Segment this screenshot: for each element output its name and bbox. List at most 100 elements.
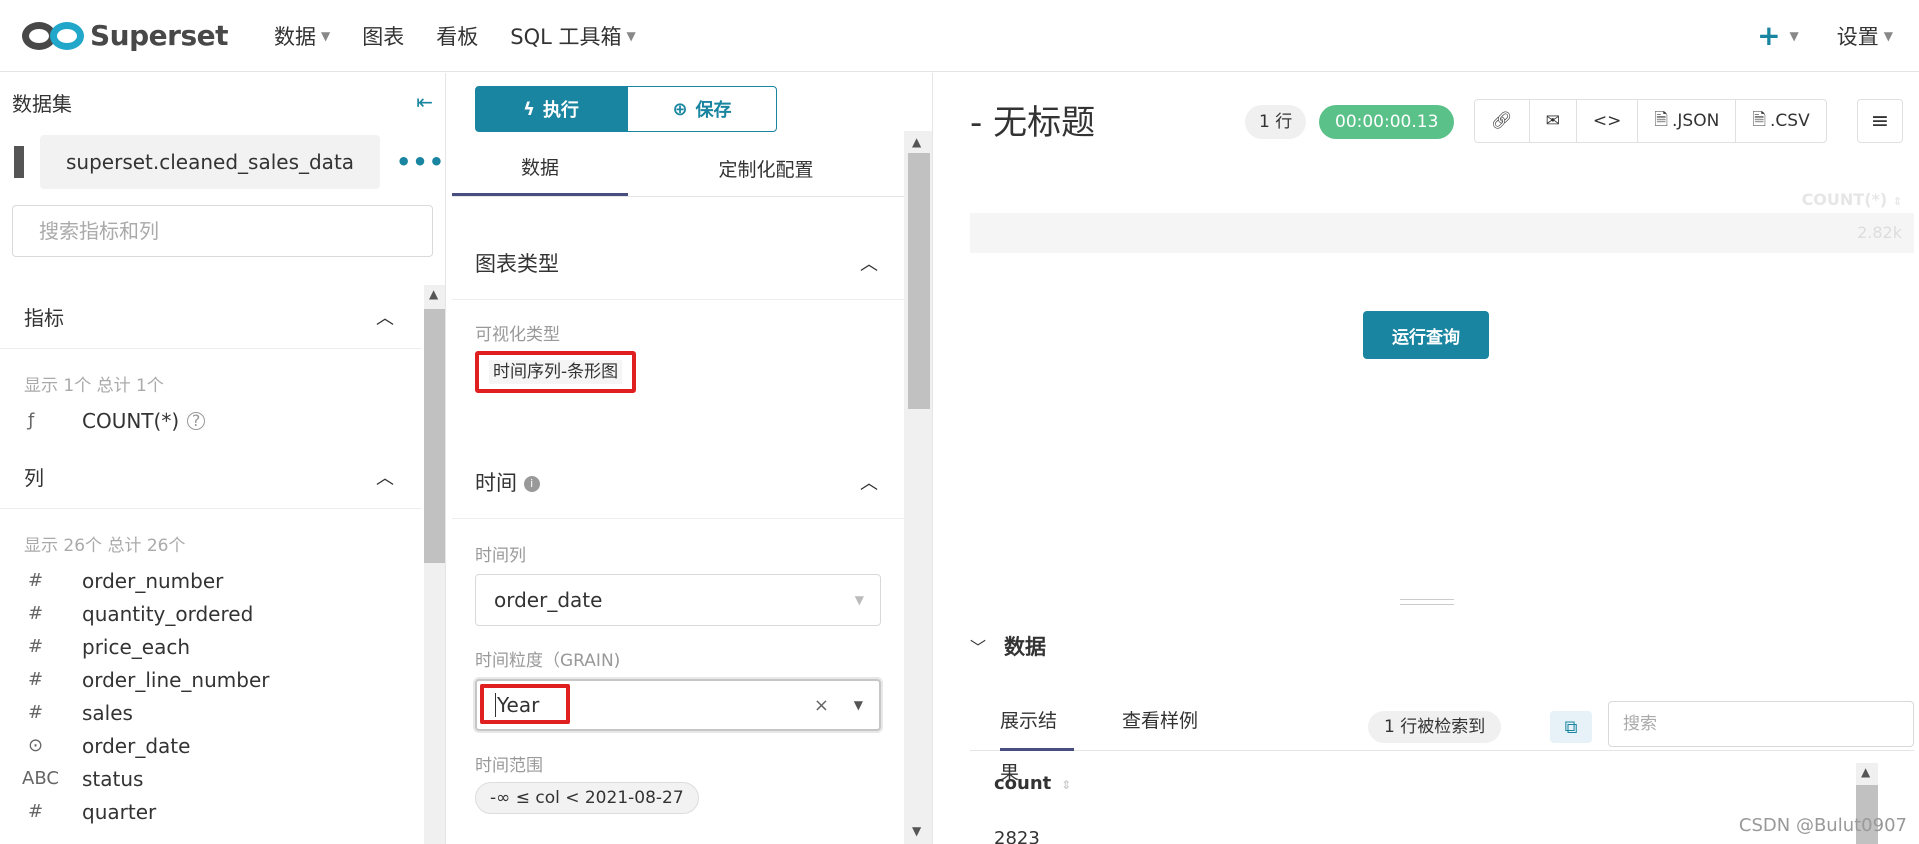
chart-title[interactable]: - 无标题	[970, 95, 1095, 144]
export-json-button[interactable]: 🗎︎ .JSON	[1638, 100, 1737, 142]
numeric-type-icon: #	[28, 669, 44, 690]
settings-label: 设置	[1836, 24, 1879, 49]
clear-icon[interactable]: ×	[814, 695, 829, 716]
nav-item-data[interactable]: 数据 ▼	[274, 21, 330, 51]
chevron-up-icon[interactable]: ︿	[860, 250, 878, 276]
file-icon: 🗎︎	[1752, 109, 1766, 130]
column-item[interactable]: # sales	[0, 696, 445, 729]
menu-button[interactable]: ≡	[1857, 99, 1903, 143]
chevron-up-icon[interactable]: ︿	[860, 469, 878, 495]
tab-data[interactable]: 数据	[452, 140, 628, 196]
collapse-panel-icon[interactable]: ⇤	[416, 90, 433, 114]
metrics-section-header[interactable]: 指标 ︿	[0, 285, 422, 349]
chart-type-section-header[interactable]: 图表类型 ︿	[452, 226, 904, 300]
settings-menu[interactable]: 设置 ▼	[1837, 21, 1893, 51]
nav-item-charts[interactable]: 图表	[362, 21, 404, 51]
string-type-icon: ABC	[22, 768, 59, 789]
column-item[interactable]: # quantity_ordered	[0, 597, 445, 630]
data-section-header[interactable]: ﹀ 数据	[970, 631, 1046, 661]
scrollbar-thumb[interactable]	[908, 153, 930, 409]
link-button[interactable]: 🔗︎	[1475, 100, 1530, 142]
dataset-panel-header: 数据集 ⇤	[0, 73, 445, 131]
export-csv-button[interactable]: 🗎︎ .CSV	[1736, 100, 1825, 142]
time-title: 时间 i	[475, 467, 540, 497]
clock-icon: ⊙	[28, 735, 44, 756]
time-section-header[interactable]: 时间 i ︿	[452, 445, 904, 519]
caret-down-icon[interactable]: ▼	[1790, 29, 1799, 43]
grain-highlight-box	[480, 684, 570, 724]
results-tabs: 展示结果 查看样例 1 行被检索到 ⧉	[970, 695, 1914, 784]
scroll-up-icon[interactable]: ▲	[912, 135, 921, 149]
columns-title: 列	[24, 466, 44, 490]
help-icon[interactable]: ?	[187, 411, 206, 430]
stale-table-row: 2.82k	[970, 213, 1914, 253]
time-grain-select[interactable]: Year × ▼	[475, 679, 881, 731]
chevron-up-icon[interactable]: ︿	[376, 304, 394, 330]
metrics-columns-search[interactable]	[12, 205, 433, 257]
top-navbar: Superset 数据 ▼ 图表 看板 SQL 工具箱 ▼ + ▼ 设置 ▼	[0, 0, 1919, 72]
time-grain-label: 时间粒度（GRAIN)	[475, 651, 621, 671]
scroll-up-icon[interactable]: ▲	[429, 287, 438, 301]
watermark: CSDN @Bulut0907	[1738, 815, 1907, 836]
rows-retrieved-badge: 1 行被检索到	[1368, 711, 1502, 743]
metrics-count: 显示 1个 总计 1个	[24, 376, 164, 396]
column-item[interactable]: ⊙ order_date	[0, 729, 445, 762]
caret-down-icon[interactable]: ▼	[854, 698, 863, 712]
brand-name: Superset	[90, 19, 228, 52]
hamburger-icon: ≡	[1870, 108, 1890, 134]
embed-button[interactable]: <>	[1577, 100, 1639, 142]
chevron-down-icon[interactable]: ﹀	[970, 634, 986, 658]
column-item[interactable]: # order_number	[0, 564, 445, 597]
email-button[interactable]: ✉	[1530, 100, 1577, 142]
row-count-badge: 1 行	[1245, 105, 1307, 139]
scroll-down-icon[interactable]: ▼	[912, 824, 921, 838]
tab-samples[interactable]: 查看样例	[1122, 695, 1198, 751]
copy-button[interactable]: ⧉	[1550, 711, 1592, 743]
column-name: status	[82, 766, 144, 791]
run-button[interactable]: ϟ 执行	[475, 86, 627, 132]
column-item[interactable]: ABC status	[0, 762, 445, 795]
scrollbar-thumb[interactable]	[424, 309, 445, 563]
nav-item-dashboards[interactable]: 看板	[436, 21, 478, 51]
scroll-up-icon[interactable]: ▲	[1861, 765, 1870, 779]
metric-item[interactable]: ƒ COUNT(*) ?	[0, 404, 445, 437]
plus-icon[interactable]: +	[1757, 19, 1780, 52]
control-scrollbar[interactable]: ▲ ▼	[904, 131, 932, 844]
viz-type-label: 可视化类型	[475, 325, 560, 345]
chevron-up-icon[interactable]: ︿	[376, 464, 394, 490]
time-range-tag[interactable]: -∞ ≤ col < 2021-08-27	[475, 782, 699, 814]
column-name: order_date	[82, 733, 191, 758]
search-input[interactable]	[39, 219, 406, 243]
nav-item-sql-lab[interactable]: SQL 工具箱 ▼	[510, 21, 635, 51]
stale-table-header: COUNT(*) ⇕	[970, 183, 1914, 217]
results-cell: 2823	[994, 828, 1040, 844]
save-button[interactable]: ⊕ 保存	[627, 86, 777, 132]
time-column-label: 时间列	[475, 546, 526, 566]
left-scrollbar[interactable]: ▲	[424, 285, 445, 844]
resize-handle[interactable]	[1400, 599, 1454, 605]
nav-item-label: 看板	[436, 24, 479, 49]
results-search[interactable]	[1608, 701, 1914, 747]
info-icon[interactable]: i	[523, 475, 540, 492]
column-item[interactable]: # quarter	[0, 795, 445, 828]
run-query-button[interactable]: 运行查询	[1363, 311, 1489, 359]
dataset-name[interactable]: superset.cleaned_sales_data	[40, 135, 381, 189]
column-name: quantity_ordered	[82, 601, 254, 626]
viz-type-selector[interactable]: 时间序列-条形图	[475, 351, 637, 393]
code-icon: <>	[1592, 111, 1622, 131]
brand-logo[interactable]: Superset	[22, 19, 242, 53]
sort-icon[interactable]: ⇕	[1061, 778, 1071, 792]
results-search-input[interactable]	[1623, 714, 1899, 734]
column-item[interactable]: # order_line_number	[0, 663, 445, 696]
tab-results[interactable]: 展示结果	[1000, 695, 1074, 784]
link-icon: 🔗︎	[1491, 111, 1513, 131]
lightning-icon: ϟ	[523, 98, 535, 120]
more-options-icon[interactable]: •••	[396, 148, 445, 176]
time-column-select[interactable]: order_date ▼	[475, 574, 881, 626]
run-label: 执行	[542, 100, 579, 121]
results-column-header[interactable]: count ⇕	[994, 773, 1071, 794]
tab-customize[interactable]: 定制化配置	[628, 140, 904, 196]
column-item[interactable]: # price_each	[0, 630, 445, 663]
columns-section-header[interactable]: 列 ︿	[0, 445, 422, 509]
numeric-type-icon: #	[28, 570, 44, 591]
